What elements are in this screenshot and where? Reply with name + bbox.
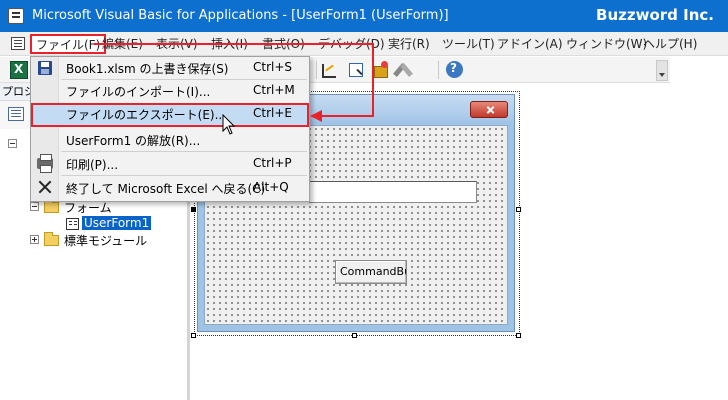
toolbar-separator xyxy=(438,61,439,79)
close-excel-icon xyxy=(38,180,52,194)
menu-separator xyxy=(61,151,307,152)
print-icon xyxy=(37,154,53,173)
menu-bar: ファイル(F) 編集(E) 表示(V) 挿入(I) 書式(O) デバッグ(D) … xyxy=(0,32,728,56)
menu-item-label: ファイルのエクスポート(E)... xyxy=(66,108,227,122)
menu-insert[interactable]: 挿入(I) xyxy=(211,36,248,53)
tree-item-userform1[interactable]: UserForm1 xyxy=(82,216,152,230)
menu-item-import[interactable]: ファイルのインポート(I)... Ctrl+M xyxy=(31,80,309,102)
menu-window[interactable]: ウィンドウ(W) xyxy=(566,36,647,53)
toolbar-separator xyxy=(316,61,317,79)
menu-item-shortcut: Ctrl+E xyxy=(253,106,292,120)
window-control-icon[interactable] xyxy=(11,37,25,50)
modules-folder-icon xyxy=(44,232,59,246)
tree-expander-modules[interactable] xyxy=(30,235,39,244)
textbox-control[interactable] xyxy=(309,181,477,203)
menu-item-shortcut: Ctrl+S xyxy=(253,60,293,74)
menu-item-export[interactable]: ファイルのエクスポート(E)... Ctrl+E xyxy=(31,103,309,127)
menu-item-label: 終了して Microsoft Excel へ戻る(C) xyxy=(66,182,266,196)
toolbar-options-button[interactable] xyxy=(656,60,668,81)
object-browser-icon[interactable] xyxy=(371,61,389,79)
menu-item-exit[interactable]: 終了して Microsoft Excel へ戻る(C) Alt+Q xyxy=(31,177,309,199)
menu-item-label: ファイルのインポート(I)... xyxy=(66,85,211,99)
menu-item-remove[interactable]: UserForm1 の解放(R)... xyxy=(31,129,309,151)
brand-label: Buzzword Inc. xyxy=(596,6,714,24)
menu-separator xyxy=(61,175,307,176)
menu-debug[interactable]: デバッグ(D) xyxy=(318,36,385,53)
resize-handle[interactable] xyxy=(191,207,196,212)
title-bar: Microsoft Visual Basic for Applications … xyxy=(0,0,728,32)
close-icon[interactable] xyxy=(470,101,508,118)
menu-format[interactable]: 書式(O) xyxy=(262,36,305,53)
window-title: Microsoft Visual Basic for Applications … xyxy=(32,8,449,23)
menu-item-shortcut: Ctrl+M xyxy=(253,83,295,97)
menu-item-label: Book1.xlsm の上書き保存(S) xyxy=(66,62,229,76)
menu-run[interactable]: 実行(R) xyxy=(388,36,430,53)
vba-app-icon[interactable] xyxy=(8,8,24,24)
resize-handle[interactable] xyxy=(516,333,521,338)
tree-item-standard-modules[interactable]: 標準モジュール xyxy=(64,232,147,249)
tree-expander-forms[interactable] xyxy=(30,202,39,211)
menu-addins[interactable]: アドイン(A) xyxy=(497,36,563,53)
menu-item-save[interactable]: Book1.xlsm の上書き保存(S) Ctrl+S xyxy=(31,57,309,79)
tree-expander-project[interactable] xyxy=(8,139,17,148)
toolbox-icon[interactable] xyxy=(395,61,413,79)
resize-handle[interactable] xyxy=(352,333,357,338)
menu-item-print[interactable]: 印刷(P)... Ctrl+P xyxy=(31,153,309,175)
menu-item-label: 印刷(P)... xyxy=(66,158,119,172)
command-button-control[interactable]: CommandBu xyxy=(335,260,407,284)
menu-file[interactable]: ファイル(F) xyxy=(30,34,107,54)
mouse-pointer-icon xyxy=(222,114,236,135)
view-code-icon[interactable] xyxy=(8,107,24,121)
menu-tools[interactable]: ツール(T) xyxy=(442,36,495,53)
menu-edit[interactable]: 編集(E) xyxy=(102,36,143,53)
userform-icon xyxy=(66,218,79,230)
help-icon[interactable] xyxy=(446,61,463,78)
project-explorer-icon[interactable] xyxy=(347,61,365,79)
view-excel-icon[interactable] xyxy=(10,61,28,79)
resize-handle[interactable] xyxy=(191,333,196,338)
menu-item-shortcut: Alt+Q xyxy=(253,180,289,194)
save-icon xyxy=(38,61,52,75)
menu-item-shortcut: Ctrl+P xyxy=(253,156,292,170)
menu-help[interactable]: ヘルプ(H) xyxy=(643,36,697,53)
forms-folder-icon xyxy=(44,199,59,213)
resize-handle[interactable] xyxy=(516,207,521,212)
menu-view[interactable]: 表示(V) xyxy=(156,36,198,53)
menu-item-label: UserForm1 の解放(R)... xyxy=(66,134,201,148)
design-mode-icon[interactable] xyxy=(320,61,338,79)
file-menu-dropdown: Book1.xlsm の上書き保存(S) Ctrl+S ファイルのインポート(I… xyxy=(30,56,310,202)
